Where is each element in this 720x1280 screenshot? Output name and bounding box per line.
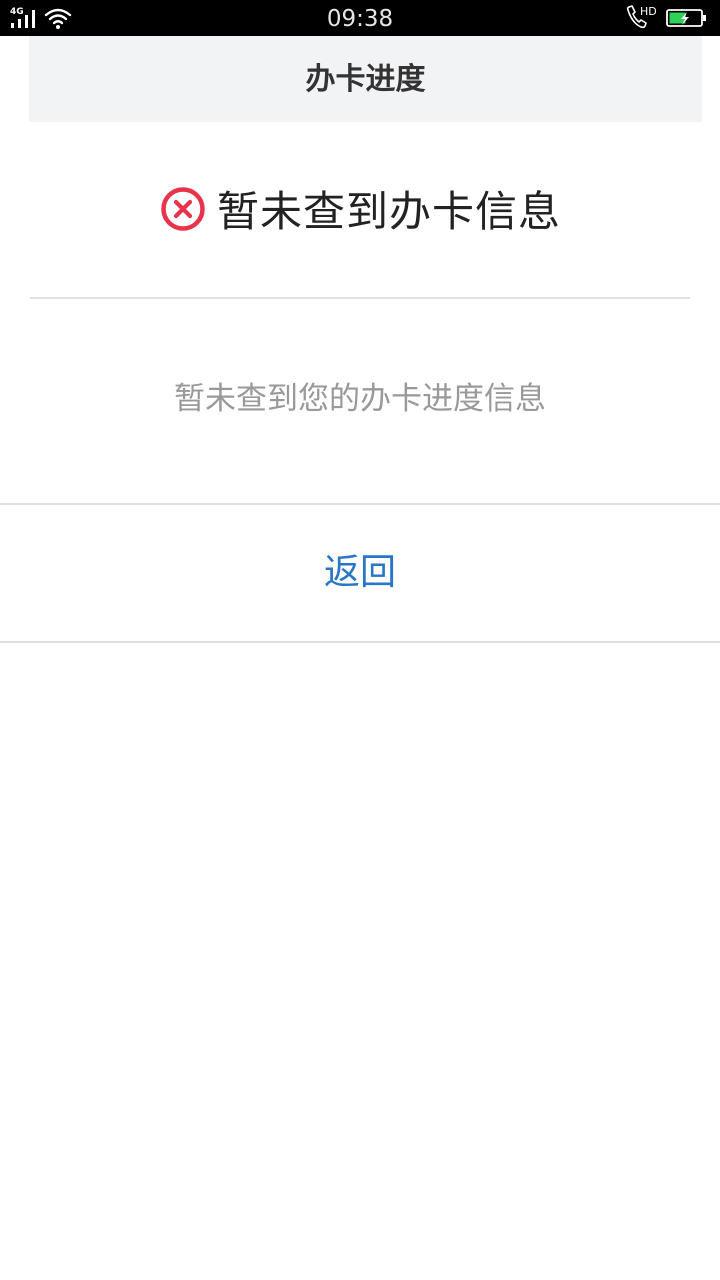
divider (0, 641, 720, 643)
error-circle-icon (161, 187, 205, 231)
status-bar: 4G 09:38 HD (0, 0, 720, 36)
back-button[interactable]: 返回 (0, 505, 720, 641)
result-title: 暂未查到办卡信息 (216, 186, 561, 236)
page-title: 办卡进度 (305, 62, 426, 97)
nav-bar: 办卡进度 (29, 36, 702, 122)
result-header: 暂未查到办卡信息 (0, 178, 720, 238)
status-bar-right: HD (624, 4, 708, 32)
phone-hd-icon: HD (626, 5, 657, 29)
status-time: 09:38 (326, 6, 394, 32)
result-message: 暂未查到您的办卡进度信息 (174, 381, 546, 417)
hd-label: HD (640, 5, 657, 18)
battery-charging-icon (666, 9, 706, 27)
divider (30, 297, 690, 299)
